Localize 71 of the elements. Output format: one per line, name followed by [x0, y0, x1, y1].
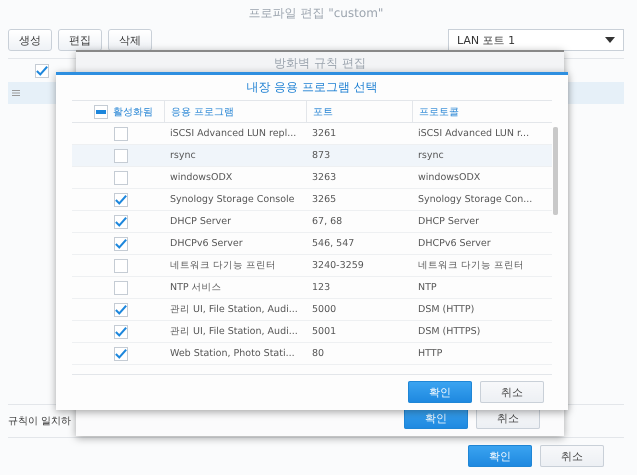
table-cell-text: DHCPv6 Server: [417, 238, 492, 249]
table-cell-text: windowsODX: [169, 172, 234, 183]
table-cell-text: 5001: [311, 326, 338, 337]
table-cell-text: Synology Storage Console: [169, 194, 296, 205]
table-cell-text: 네트워크 다기능 프린터: [417, 259, 526, 272]
table-cell-text: iSCSI Advanced LUN r...: [417, 128, 530, 139]
checkmark-icon: [115, 348, 127, 360]
checkbox[interactable]: [114, 214, 128, 228]
table-cell-text: DHCP Server: [169, 216, 232, 227]
window-title: 프로파일 편집 "custom": [248, 6, 384, 20]
table-cell-text: Web Station, Photo Stati...: [169, 348, 296, 359]
checkmark-icon: [115, 238, 127, 250]
toolbar-button[interactable]: 삭제: [108, 29, 152, 51]
checkbox[interactable]: [114, 324, 128, 338]
table-cell-text: 546, 547: [311, 238, 356, 249]
table-cell-text: windowsODX: [417, 172, 482, 183]
table-cell-text: 3240-3259: [311, 260, 365, 271]
drag-handle-icon: [12, 90, 20, 96]
table-cell-text: DHCP Server: [417, 216, 480, 227]
toolbar-button[interactable]: 생성: [8, 29, 52, 51]
table-cell-text: 3261: [311, 128, 338, 139]
table-cell-text: DHCPv6 Server: [169, 238, 244, 249]
select-all-checkbox[interactable]: [94, 104, 108, 118]
scrollbar[interactable]: [553, 127, 558, 215]
table-cell-text: DSM (HTTP): [417, 304, 476, 315]
minus-icon: [96, 110, 106, 114]
table-cell-text: 5000: [311, 304, 338, 315]
rule-text: 규칙이 일치하: [8, 415, 72, 428]
checkbox[interactable]: [35, 64, 49, 78]
table-cell-text: DSM (HTTPS): [417, 326, 482, 337]
table-cell-text: iSCSI Advanced LUN repl...: [169, 128, 298, 139]
cancel-button[interactable]: 취소: [540, 445, 604, 467]
column-header: 활성화됨: [113, 106, 153, 118]
table-cell-text: 67, 68: [311, 216, 344, 227]
column-header[interactable]: 프로토콜: [412, 101, 552, 122]
checkmark-icon: [115, 326, 127, 338]
dialog-title: 방화벽 규칙 편집: [274, 56, 366, 70]
checkbox[interactable]: [114, 236, 128, 250]
checkbox[interactable]: [114, 170, 128, 184]
checkbox[interactable]: [114, 148, 128, 162]
table-cell-text: HTTP: [417, 348, 444, 359]
checkmark-icon: [115, 194, 127, 206]
column-header[interactable]: 포트: [306, 101, 412, 122]
toolbar-button[interactable]: 편집: [58, 29, 102, 51]
table-cell-text: 관리 UI, File Station, Audi...: [169, 325, 299, 338]
table-cell-text: Synology Storage Con...: [417, 194, 534, 205]
checkbox[interactable]: [114, 258, 128, 272]
checkbox[interactable]: [114, 192, 128, 206]
table-cell-text: 네트워크 다기능 프린터: [169, 259, 278, 272]
checkmark-icon: [115, 216, 127, 228]
checkmark-icon: [36, 64, 48, 76]
dialog-title: 내장 응용 프로그램 선택: [246, 80, 378, 94]
cancel-button[interactable]: 취소: [480, 381, 544, 403]
table-cell-text: 3265: [311, 194, 338, 205]
table-cell-text: rsync: [417, 150, 445, 161]
table-cell-text: 관리 UI, File Station, Audi...: [169, 303, 299, 316]
caret-icon: [605, 37, 615, 43]
checkbox[interactable]: [114, 126, 128, 140]
table-cell-text: rsync: [169, 150, 197, 161]
table-cell-text: NTP 서비스: [169, 281, 223, 294]
checkbox[interactable]: [114, 346, 128, 360]
table-cell-text: NTP: [417, 282, 438, 293]
table-cell-text: 123: [311, 282, 332, 293]
checkbox[interactable]: [114, 302, 128, 316]
column-header[interactable]: 응용 프로그램: [164, 101, 306, 122]
checkmark-icon: [115, 304, 127, 316]
checkbox[interactable]: [114, 280, 128, 294]
table-cell-text: 80: [311, 348, 326, 359]
port-dropdown[interactable]: LAN 포트 1: [448, 29, 624, 51]
table-cell-text: 3263: [311, 172, 338, 183]
table-cell-text: 873: [311, 150, 332, 161]
